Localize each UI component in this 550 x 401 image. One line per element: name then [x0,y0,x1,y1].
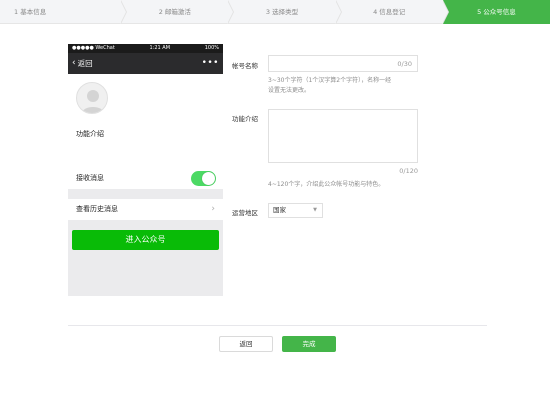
footer-divider [68,325,487,326]
step-1: 1 基本信息 [0,0,128,24]
receive-messages-toggle [191,171,216,186]
done-button[interactable]: 完成 [282,336,336,352]
phone-intro-label: 功能介绍 [76,130,104,138]
back-button[interactable]: 返回 [219,336,273,352]
phone-nav-bar: ‹ 返回 ••• [68,53,223,74]
account-name-hint-line1: 3~30个字符（1个汉字算2个字符），名称一经 [268,77,392,84]
avatar-placeholder-icon [76,82,108,114]
account-name-label: 帐号名称 [232,62,258,70]
step-progress-bar: 1 基本信息 2 邮箱激活 3 选择类型 4 信息登记 5 公众号信息 [0,0,550,24]
intro-counter: 0/120 [399,167,418,175]
phone-status-bar: ●●●●● WeChat 1:21 AM 100% [68,44,223,53]
receive-messages-label: 接收消息 [76,174,104,182]
intro-textarea[interactable] [268,109,418,163]
history-messages-label: 查看历史消息 [76,205,118,213]
battery-label: 100% [204,45,219,51]
chevron-left-icon: ‹ [72,58,76,68]
time-label: 1:21 AM [149,45,171,51]
account-name-counter: 0/30 [397,60,412,68]
step-5-current: 5 公众号信息 [442,0,550,24]
phone-back-button: ‹ 返回 [72,53,93,74]
phone-back-label: 返回 [77,59,93,68]
history-messages-row: 查看历史消息 › [68,199,223,220]
region-select-value: 国家 [273,206,286,214]
intro-hint: 4~120个字，介绍此公众帐号功能与特色。 [268,181,385,188]
more-icon: ••• [201,58,219,68]
step-3: 3 选择类型 [228,0,342,24]
carrier-label: ●●●●● WeChat [72,45,115,51]
phone-preview: ●●●●● WeChat 1:21 AM 100% ‹ 返回 ••• 功能介绍 … [68,44,223,296]
caret-down-icon: ▼ [313,207,317,213]
account-name-hint-line2: 设置无法更改。 [268,87,311,94]
enter-account-button: 进入公众号 [72,230,219,250]
chevron-right-icon: › [211,204,215,214]
step-2: 2 邮箱激活 [121,0,235,24]
intro-label: 功能介绍 [232,115,258,123]
region-label: 运营地区 [232,209,258,217]
step-4: 4 信息登记 [335,0,450,24]
profile-card: 功能介绍 [68,74,223,169]
region-select[interactable]: 国家 ▼ [268,203,323,218]
receive-messages-row: 接收消息 [68,168,223,189]
